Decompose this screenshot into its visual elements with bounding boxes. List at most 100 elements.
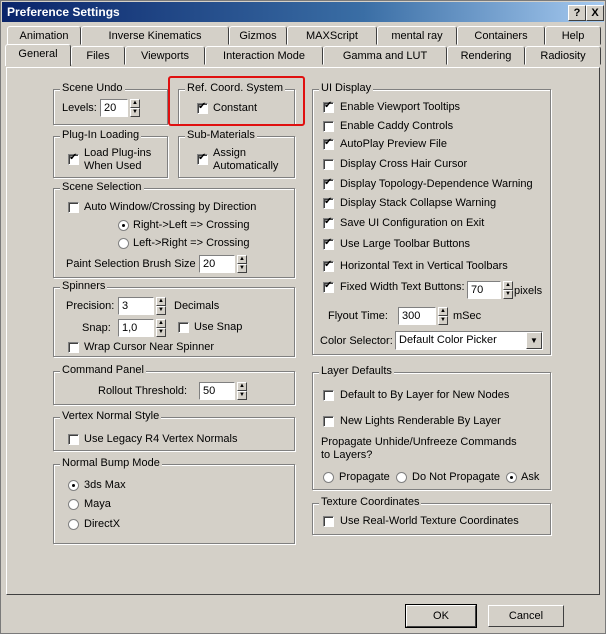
- levels-spinner[interactable]: 20 ▲ ▼: [100, 99, 140, 117]
- sub-materials-title: Sub-Materials: [185, 129, 257, 141]
- legacy-r4-normals-checkbox[interactable]: [68, 434, 79, 445]
- spinner-down-icon[interactable]: ▼: [130, 108, 140, 117]
- caddy-controls-checkbox[interactable]: [323, 121, 334, 132]
- levels-field[interactable]: 20: [100, 99, 128, 117]
- tab-general[interactable]: General: [5, 44, 71, 66]
- precision-spinner-arrows[interactable]: ▲ ▼: [156, 297, 166, 315]
- flyout-time-label: Flyout Time:: [328, 310, 388, 322]
- tab-radiosity[interactable]: Radiosity: [525, 46, 601, 65]
- horizontal-text-checkbox[interactable]: [323, 259, 334, 272]
- fixed-width-field[interactable]: 70: [467, 281, 501, 299]
- autoplay-preview-checkbox[interactable]: [323, 137, 334, 150]
- topology-warning-checkbox[interactable]: [323, 177, 334, 190]
- fixed-width-spinner[interactable]: 70 ▲ ▼: [467, 281, 513, 299]
- spinner-down-icon[interactable]: ▼: [156, 328, 166, 337]
- levels-spinner-arrows[interactable]: ▲ ▼: [130, 99, 140, 117]
- bump-maya-label: Maya: [84, 498, 111, 510]
- tab-containers[interactable]: Containers: [457, 26, 545, 45]
- bump-maya-radio[interactable]: [68, 499, 79, 510]
- save-ui-config-checkbox[interactable]: [323, 216, 334, 229]
- real-world-coords-checkbox[interactable]: [323, 516, 334, 527]
- scene-selection-title: Scene Selection: [60, 181, 144, 193]
- cross-hair-checkbox[interactable]: [323, 159, 334, 170]
- help-button[interactable]: ?: [568, 5, 586, 21]
- large-toolbar-checkbox[interactable]: [323, 237, 334, 250]
- spinner-up-icon[interactable]: ▲: [130, 99, 140, 108]
- spinner-down-icon[interactable]: ▼: [503, 290, 513, 299]
- title-bar[interactable]: Preference Settings ? X: [2, 2, 604, 22]
- paint-brush-size-label: Paint Selection Brush Size: [66, 258, 196, 270]
- default-bylayer-checkbox[interactable]: [323, 390, 334, 401]
- tab-interaction-mode[interactable]: Interaction Mode: [205, 46, 323, 65]
- auto-window-checkbox[interactable]: [68, 202, 79, 213]
- fixed-width-buttons-checkbox[interactable]: [323, 280, 334, 293]
- flyout-time-spinner[interactable]: 300 ▲ ▼: [398, 307, 448, 325]
- wrap-cursor-checkbox[interactable]: [68, 342, 79, 353]
- tab-gizmos[interactable]: Gizmos: [229, 26, 287, 45]
- flyout-spinner-arrows[interactable]: ▲ ▼: [438, 307, 448, 325]
- assign-automatically-checkbox[interactable]: [197, 152, 208, 165]
- spinner-up-icon[interactable]: ▲: [237, 382, 247, 391]
- layer-defaults-title: Layer Defaults: [319, 365, 394, 377]
- snap-field[interactable]: 1,0: [118, 319, 154, 337]
- spinner-up-icon[interactable]: ▲: [156, 319, 166, 328]
- close-button[interactable]: X: [586, 5, 604, 21]
- command-panel-title: Command Panel: [60, 364, 146, 376]
- precision-spinner[interactable]: 3 ▲ ▼: [118, 297, 166, 315]
- tab-viewports[interactable]: Viewports: [125, 46, 205, 65]
- viewport-tooltips-checkbox[interactable]: [323, 100, 334, 113]
- tab-files[interactable]: Files: [71, 46, 125, 65]
- spinner-down-icon[interactable]: ▼: [156, 306, 166, 315]
- spinner-up-icon[interactable]: ▲: [156, 297, 166, 306]
- rollout-threshold-spinner[interactable]: 50 ▲ ▼: [199, 382, 247, 400]
- stack-collapse-warning-checkbox[interactable]: [323, 196, 334, 209]
- tab-gamma-and-lut[interactable]: Gamma and LUT: [323, 46, 447, 65]
- paint-brush-size-spinner[interactable]: 20 ▲ ▼: [199, 255, 247, 273]
- rollout-spinner-arrows[interactable]: ▲ ▼: [237, 382, 247, 400]
- stack-collapse-warning-label: Display Stack Collapse Warning: [340, 197, 497, 209]
- tab-animation[interactable]: Animation: [7, 26, 81, 45]
- propagate-radio[interactable]: [323, 472, 334, 483]
- real-world-coords-label: Use Real-World Texture Coordinates: [340, 515, 519, 527]
- load-plugins-checkbox[interactable]: [68, 152, 79, 165]
- use-snap-checkbox[interactable]: [178, 322, 189, 333]
- color-selector-dropdown[interactable]: Default Color Picker ▼: [395, 331, 543, 350]
- left-right-radio[interactable]: [118, 238, 129, 249]
- spinner-up-icon[interactable]: ▲: [438, 307, 448, 316]
- chevron-down-icon[interactable]: ▼: [526, 332, 542, 349]
- rollout-threshold-field[interactable]: 50: [199, 382, 235, 400]
- caddy-controls-label: Enable Caddy Controls: [340, 120, 454, 132]
- tab-inverse-kinematics[interactable]: Inverse Kinematics: [81, 26, 229, 45]
- highlight-box: [168, 76, 305, 126]
- save-ui-config-label: Save UI Configuration on Exit: [340, 217, 485, 229]
- scene-undo-title: Scene Undo: [60, 82, 125, 94]
- topology-warning-label: Display Topology-Dependence Warning: [340, 178, 533, 190]
- snap-spinner-arrows[interactable]: ▲ ▼: [156, 319, 166, 337]
- tab-rendering[interactable]: Rendering: [447, 46, 525, 65]
- decimals-label: Decimals: [174, 300, 220, 312]
- bump-directx-radio[interactable]: [68, 519, 79, 530]
- tab-maxscript[interactable]: MAXScript: [287, 26, 377, 45]
- layer-defaults-group: Layer Defaults Default to By Layer for N…: [312, 365, 551, 490]
- tab-mental-ray[interactable]: mental ray: [377, 26, 457, 45]
- flyout-time-field[interactable]: 300: [398, 307, 436, 325]
- spinner-down-icon[interactable]: ▼: [237, 264, 247, 273]
- spinner-up-icon[interactable]: ▲: [503, 281, 513, 290]
- tab-help[interactable]: Help: [545, 26, 601, 45]
- cancel-button[interactable]: Cancel: [488, 605, 564, 627]
- precision-field[interactable]: 3: [118, 297, 154, 315]
- do-not-propagate-radio[interactable]: [396, 472, 407, 483]
- spinner-down-icon[interactable]: ▼: [237, 391, 247, 400]
- paint-brush-size-field[interactable]: 20: [199, 255, 235, 273]
- right-left-radio[interactable]: [118, 220, 129, 231]
- bump-3dsmax-radio[interactable]: [68, 480, 79, 491]
- ask-radio[interactable]: [506, 472, 517, 483]
- spinner-down-icon[interactable]: ▼: [438, 316, 448, 325]
- paint-brush-spinner-arrows[interactable]: ▲ ▼: [237, 255, 247, 273]
- fixed-width-spinner-arrows[interactable]: ▲ ▼: [503, 281, 513, 299]
- snap-spinner[interactable]: 1,0 ▲ ▼: [118, 319, 166, 337]
- spinner-up-icon[interactable]: ▲: [237, 255, 247, 264]
- new-lights-checkbox[interactable]: [323, 416, 334, 427]
- wrap-cursor-label: Wrap Cursor Near Spinner: [84, 341, 215, 353]
- ok-button[interactable]: OK: [405, 604, 477, 628]
